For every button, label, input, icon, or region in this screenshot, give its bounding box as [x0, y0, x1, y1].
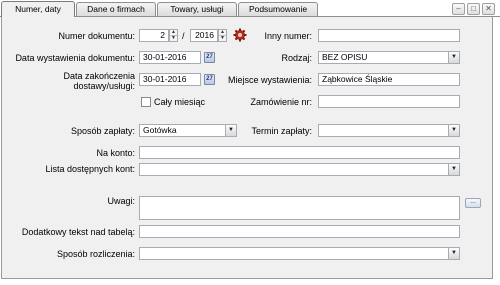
numer-separator: / — [182, 31, 185, 41]
sposob-zaplaty-label: Sposób zapłaty: — [70, 126, 135, 136]
calendar-icon[interactable]: 27 — [204, 52, 215, 63]
uwagi-label: Uwagi: — [107, 196, 135, 206]
data-zakonczenia-label: Data zakończenia dostawy/usługi: — [63, 71, 135, 91]
rok-spinner[interactable]: ▲ ▼ — [218, 29, 227, 42]
tab-dane-o-firmach[interactable]: Dane o firmach — [76, 2, 156, 16]
rodzaj-value: BEZ OPISU — [322, 52, 368, 62]
gear-icon[interactable] — [233, 28, 247, 42]
na-konto-input[interactable] — [139, 146, 460, 159]
lista-kont-select[interactable]: ▼ — [139, 163, 460, 176]
caly-miesiac-checkbox[interactable] — [141, 97, 151, 107]
close-button[interactable]: ✕ — [482, 3, 495, 15]
chevron-down-icon[interactable]: ▼ — [448, 164, 459, 175]
chevron-down-icon[interactable]: ▼ — [225, 125, 236, 136]
ellipsis-button[interactable]: ... — [465, 198, 481, 208]
zamowienie-nr-input[interactable] — [318, 95, 460, 108]
termin-zaplaty-label: Termin zapłaty: — [251, 126, 312, 136]
sposob-zaplaty-select[interactable]: Gotówka ▼ — [139, 124, 237, 137]
maximize-button[interactable]: □ — [467, 3, 480, 15]
lista-kont-label: Lista dostępnych kont: — [45, 164, 135, 174]
dodatkowy-tekst-label: Dodatkowy tekst nad tabelą: — [21, 227, 135, 237]
miejsce-wystawienia-input[interactable]: Ząbkowice Śląskie — [318, 73, 460, 86]
rodzaj-label: Rodzaj: — [281, 53, 312, 63]
tab-numer-daty[interactable]: Numer, daty — [1, 1, 75, 17]
rok-input[interactable]: 2016 — [190, 29, 218, 42]
chevron-down-icon[interactable]: ▼ — [448, 52, 459, 63]
spin-down-icon: ▼ — [171, 34, 176, 41]
inny-numer-input[interactable] — [318, 29, 460, 42]
spin-down-icon: ▼ — [220, 34, 225, 41]
data-zakonczenia-input[interactable]: 30-01-2016 — [139, 73, 201, 86]
tabstrip-divider — [0, 16, 500, 17]
sposob-rozliczenia-select[interactable]: ▼ — [139, 247, 460, 260]
data-wystawienia-label: Data wystawienia dokumentu: — [15, 53, 135, 63]
sposob-zaplaty-value: Gotówka — [143, 125, 177, 135]
sposob-rozliczenia-label: Sposób rozliczenia: — [56, 249, 135, 259]
zamowienie-nr-label: Zamówienie nr: — [250, 97, 312, 107]
termin-zaplaty-select[interactable]: ▼ — [318, 124, 460, 137]
minimize-button[interactable]: – — [452, 3, 465, 15]
dodatkowy-tekst-input[interactable] — [139, 225, 460, 238]
numer-dokumentu-label: Numer dokumentu: — [58, 31, 135, 41]
maximize-icon: □ — [471, 4, 476, 13]
chevron-down-icon[interactable]: ▼ — [448, 125, 459, 136]
na-konto-label: Na konto: — [96, 148, 135, 158]
tab-towary-uslugi[interactable]: Towary, usługi — [157, 2, 237, 16]
rodzaj-select[interactable]: BEZ OPISU ▼ — [318, 51, 460, 64]
inny-numer-label: Inny numer: — [264, 31, 312, 41]
chevron-down-icon[interactable]: ▼ — [448, 248, 459, 259]
miejsce-wystawienia-label: Miejsce wystawienia: — [227, 75, 312, 85]
minimize-icon: – — [456, 4, 461, 13]
numer-dokumentu-input[interactable]: 2 — [139, 29, 169, 42]
uwagi-textarea[interactable] — [139, 196, 460, 220]
ellipsis-icon: ... — [470, 198, 476, 205]
numer-spinner[interactable]: ▲ ▼ — [169, 29, 178, 42]
close-icon: ✕ — [485, 4, 492, 13]
tab-podsumowanie[interactable]: Podsumowanie — [238, 2, 318, 16]
caly-miesiac-label: Cały miesiąc — [154, 97, 206, 107]
calendar-icon[interactable]: 27 — [204, 74, 215, 85]
data-wystawienia-input[interactable]: 30-01-2016 — [139, 51, 201, 64]
